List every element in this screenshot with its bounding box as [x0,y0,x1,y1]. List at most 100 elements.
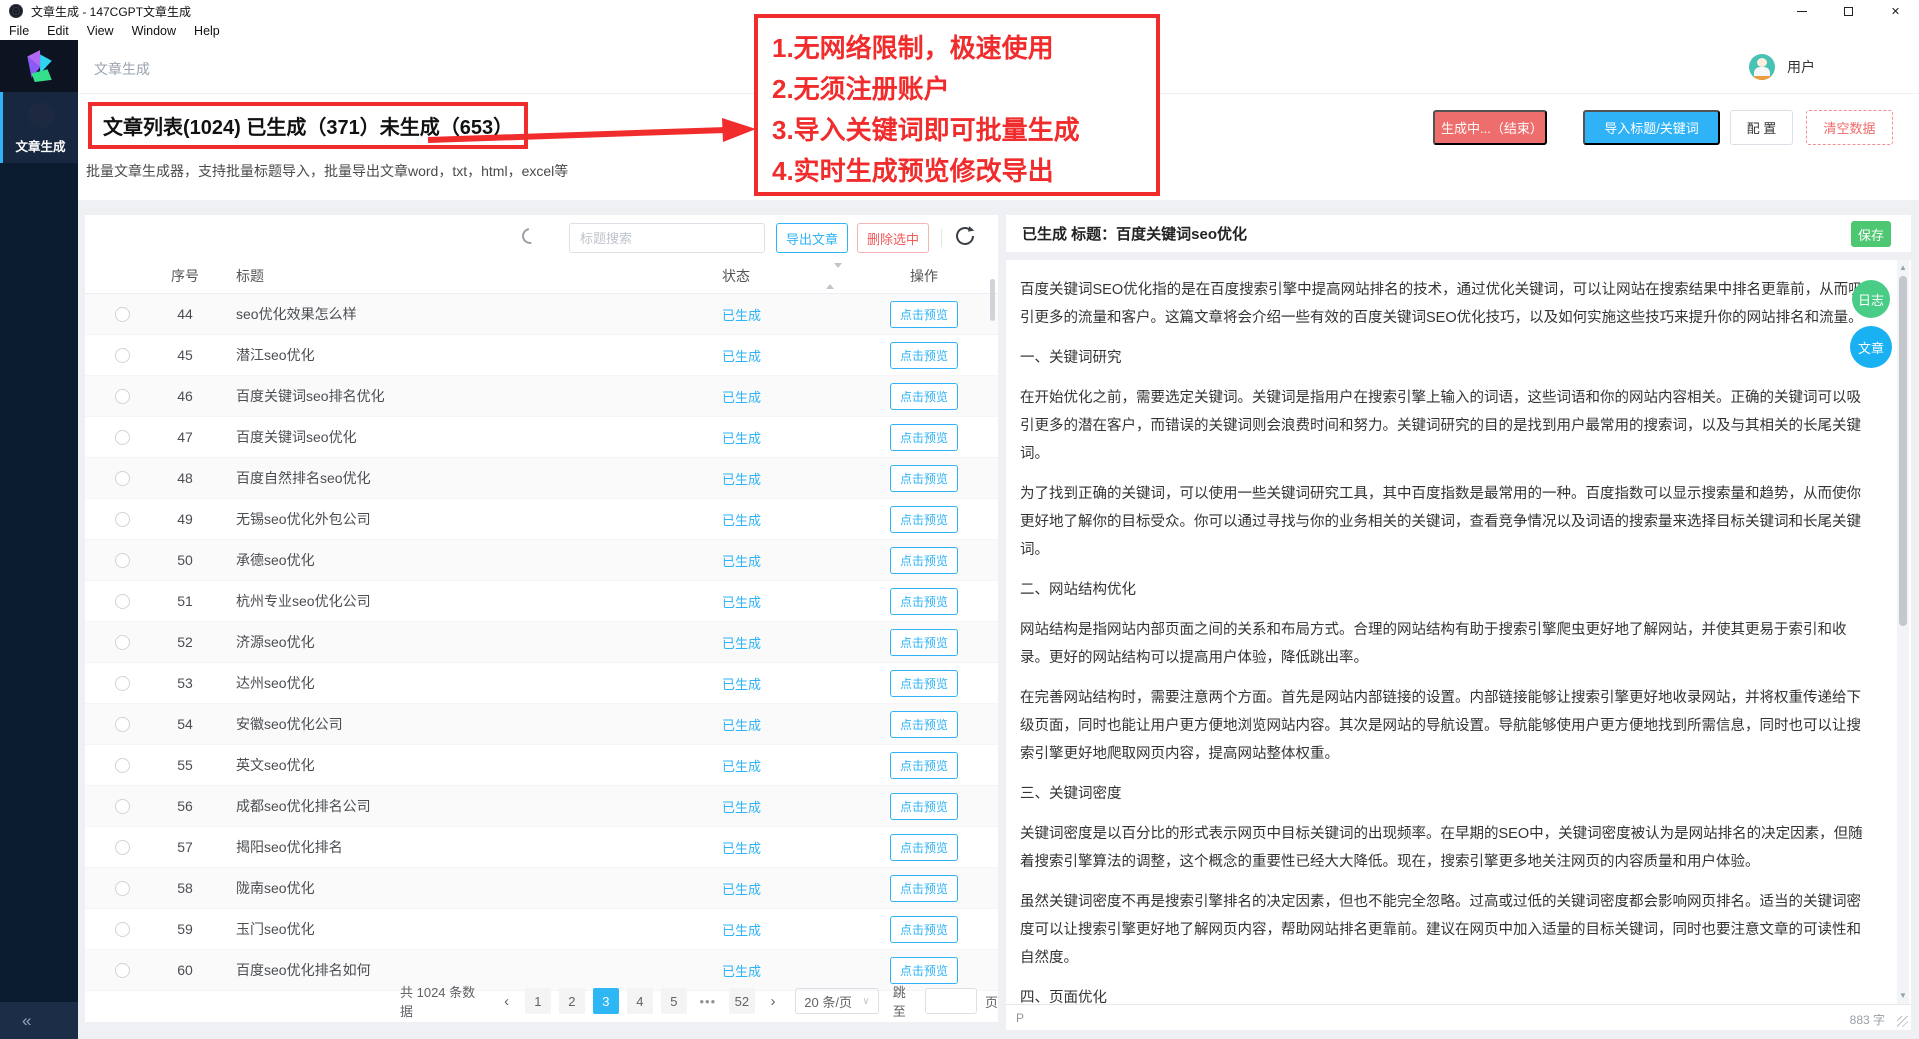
page-button-1[interactable]: 1 [525,988,551,1014]
row-preview-button[interactable]: 点击预览 [890,301,958,328]
menu-item-file[interactable]: File [0,24,38,38]
user-box[interactable]: 用户 [1749,54,1815,80]
row-preview-button[interactable]: 点击预览 [890,916,958,943]
clear-data-button[interactable]: 清空数据 [1806,110,1893,145]
row-radio[interactable] [115,348,130,363]
row-radio[interactable] [115,963,130,978]
article-float-button[interactable]: 文章 [1850,326,1892,368]
article-content[interactable]: 百度关键词SEO优化指的是在百度搜索引擎中提高网站排名的技术，通过优化关键词，可… [1006,260,1893,1004]
row-radio[interactable] [115,307,130,322]
close-button[interactable]: ✕ [1872,0,1919,22]
element-path-label: P [1016,1011,1024,1025]
prev-page-button[interactable]: ‹ [495,988,517,1014]
page-button-5[interactable]: 5 [661,988,687,1014]
table-row[interactable]: 45潜江seo优化已生成点击预览 [85,335,998,376]
maximize-button[interactable] [1825,0,1872,22]
row-title: 承德seo优化 [210,550,700,570]
table-row[interactable]: 46百度关键词seo排名优化已生成点击预览 [85,376,998,417]
save-button[interactable]: 保存 [1851,221,1891,247]
row-radio[interactable] [115,717,130,732]
row-preview-button[interactable]: 点击预览 [890,670,958,697]
page-size-value: 20 条/页 [804,992,852,1011]
row-preview-button[interactable]: 点击预览 [890,834,958,861]
page-button-3[interactable]: 3 [593,988,619,1014]
table-row[interactable]: 54安徽seo优化公司已生成点击预览 [85,704,998,745]
row-preview-button[interactable]: 点击预览 [890,711,958,738]
editor-scrollbar[interactable]: ▲ ▼ [1897,260,1909,1004]
refresh-icon[interactable] [953,224,977,248]
row-preview-button[interactable]: 点击预览 [890,875,958,902]
table-row[interactable]: 58陇南seo优化已生成点击预览 [85,868,998,909]
table-row[interactable]: 44seo优化效果怎么样已生成点击预览 [85,294,998,335]
scroll-up-icon[interactable]: ▲ [1897,262,1909,274]
search-input[interactable] [569,223,765,253]
sidebar-item-article-generation[interactable]: 文章生成 [0,92,78,163]
row-radio[interactable] [115,635,130,650]
table-row[interactable]: 59玉门seo优化已生成点击预览 [85,909,998,950]
config-button[interactable]: 配 置 [1730,110,1793,145]
row-radio[interactable] [115,512,130,527]
jump-page-input[interactable] [925,988,977,1014]
table-row[interactable]: 60百度seo优化排名如何已生成点击预览 [85,950,998,991]
table-row[interactable]: 52济源seo优化已生成点击预览 [85,622,998,663]
row-status: 已生成 [700,838,850,857]
menu-item-view[interactable]: View [78,24,123,38]
export-articles-button[interactable]: 导出文章 [776,223,848,253]
row-radio[interactable] [115,758,130,773]
row-preview-button[interactable]: 点击预览 [890,793,958,820]
row-preview-button[interactable]: 点击预览 [890,465,958,492]
editor-body[interactable]: 百度关键词SEO优化指的是在百度搜索引擎中提高网站排名的技术，通过优化关键词，可… [1006,260,1911,1030]
row-radio[interactable] [115,676,130,691]
resize-grip-icon[interactable] [1897,1016,1908,1027]
row-radio[interactable] [115,594,130,609]
table-row[interactable]: 48百度自然排名seo优化已生成点击预览 [85,458,998,499]
table-row[interactable]: 50承德seo优化已生成点击预览 [85,540,998,581]
row-radio[interactable] [115,430,130,445]
import-titles-button[interactable]: 导入标题/关键词 [1583,110,1720,145]
row-preview-button[interactable]: 点击预览 [890,957,958,984]
table-row[interactable]: 53达州seo优化已生成点击预览 [85,663,998,704]
table-scrollbar-thumb[interactable] [990,279,995,321]
scrollbar-thumb[interactable] [1899,276,1907,626]
table-row[interactable]: 47百度关键词seo优化已生成点击预览 [85,417,998,458]
page-button-2[interactable]: 2 [559,988,585,1014]
row-preview-button[interactable]: 点击预览 [890,506,958,533]
row-preview-button[interactable]: 点击预览 [890,424,958,451]
table-row[interactable]: 56成都seo优化排名公司已生成点击预览 [85,786,998,827]
row-status: 已生成 [700,961,850,980]
row-radio[interactable] [115,881,130,896]
row-preview-button[interactable]: 点击预览 [890,752,958,779]
row-radio[interactable] [115,553,130,568]
row-radio[interactable] [115,799,130,814]
minimize-button[interactable] [1778,0,1825,22]
generating-button[interactable]: 生成中...（结束） [1433,110,1547,145]
page-button-4[interactable]: 4 [627,988,653,1014]
next-page-button[interactable]: › [762,988,784,1014]
page-size-select[interactable]: 20 条/页 ∨ [795,988,878,1014]
row-preview-button[interactable]: 点击预览 [890,342,958,369]
table-row[interactable]: 49无锡seo优化外包公司已生成点击预览 [85,499,998,540]
page-button-52[interactable]: 52 [729,988,755,1014]
sidebar-footer: « [0,1002,78,1039]
menu-item-edit[interactable]: Edit [38,24,78,38]
table-row[interactable]: 57揭阳seo优化排名已生成点击预览 [85,827,998,868]
collapse-sidebar-icon[interactable]: « [22,1011,29,1031]
row-preview-button[interactable]: 点击预览 [890,588,958,615]
menu-item-help[interactable]: Help [185,24,229,38]
row-radio[interactable] [115,922,130,937]
row-preview-button[interactable]: 点击预览 [890,547,958,574]
sort-caret-icon[interactable] [826,268,836,284]
table-row[interactable]: 55英文seo优化已生成点击预览 [85,745,998,786]
delete-selected-button[interactable]: 删除选中 [857,223,929,253]
loading-spinner-icon [519,225,541,247]
row-radio[interactable] [115,471,130,486]
log-float-button[interactable]: 日志 [1852,280,1890,318]
row-preview-button[interactable]: 点击预览 [890,383,958,410]
menu-item-window[interactable]: Window [123,24,185,38]
row-action-cell: 点击预览 [850,752,998,779]
scroll-down-icon[interactable]: ▼ [1897,990,1909,1002]
row-radio[interactable] [115,840,130,855]
row-radio[interactable] [115,389,130,404]
table-row[interactable]: 51杭州专业seo优化公司已生成点击预览 [85,581,998,622]
row-preview-button[interactable]: 点击预览 [890,629,958,656]
